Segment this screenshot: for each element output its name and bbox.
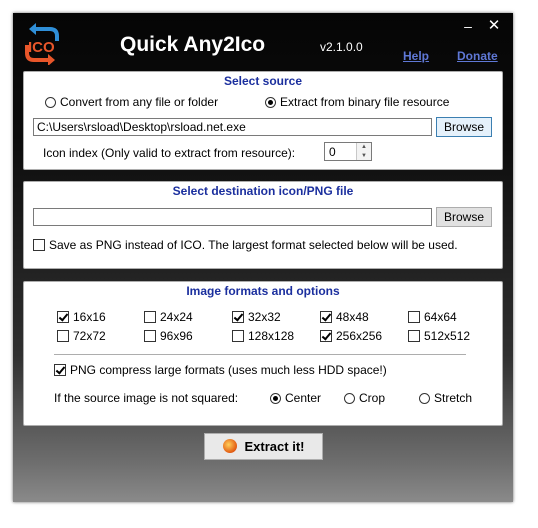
spinner-arrows-icon[interactable]: ▲ ▼ (356, 143, 371, 160)
radio-convert-file-label[interactable]: Convert from any file or folder (60, 95, 218, 109)
size-label-24x24[interactable]: 24x24 (160, 310, 193, 324)
formats-panel: Image formats and options PNG compress l… (23, 281, 503, 426)
minimize-button[interactable]: – (461, 18, 475, 34)
radio-extract-binary[interactable] (265, 97, 276, 108)
icon-index-value[interactable]: 0 (329, 145, 336, 159)
size-checkbox-48x48[interactable] (320, 311, 332, 323)
radio-convert-file[interactable] (45, 97, 56, 108)
size-checkbox-72x72[interactable] (57, 330, 69, 342)
size-checkbox-256x256[interactable] (320, 330, 332, 342)
size-checkbox-96x96[interactable] (144, 330, 156, 342)
size-label-64x64[interactable]: 64x64 (424, 310, 457, 324)
not-squared-label: If the source image is not squared: (54, 391, 239, 405)
destination-browse-button[interactable]: Browse (436, 207, 492, 227)
svg-text:ICO: ICO (28, 39, 55, 56)
size-checkbox-16x16[interactable] (57, 311, 69, 323)
size-label-128x128[interactable]: 128x128 (248, 329, 294, 343)
size-checkbox-64x64[interactable] (408, 311, 420, 323)
options-divider (54, 354, 466, 355)
radio-center-label[interactable]: Center (285, 391, 321, 405)
version-label: v2.1.0.0 (320, 40, 363, 54)
destination-panel: Select destination icon/PNG file Browse … (23, 181, 503, 269)
destination-path-input[interactable] (33, 208, 432, 226)
size-label-72x72[interactable]: 72x72 (73, 329, 106, 343)
donate-link[interactable]: Donate (457, 49, 498, 63)
extract-icon (222, 439, 237, 453)
size-checkbox-128x128[interactable] (232, 330, 244, 342)
radio-crop[interactable] (344, 393, 355, 404)
size-label-512x512[interactable]: 512x512 (424, 329, 470, 343)
size-label-48x48[interactable]: 48x48 (336, 310, 369, 324)
radio-stretch-label[interactable]: Stretch (434, 391, 472, 405)
destination-panel-title: Select destination icon/PNG file (172, 184, 354, 198)
png-compress-label[interactable]: PNG compress large formats (uses much le… (70, 363, 387, 377)
radio-center[interactable] (270, 393, 281, 404)
icon-index-label: Icon index (Only valid to extract from r… (43, 146, 296, 160)
radio-extract-binary-label[interactable]: Extract from binary file resource (280, 95, 449, 109)
size-label-32x32[interactable]: 32x32 (248, 310, 281, 324)
radio-crop-label[interactable]: Crop (359, 391, 385, 405)
radio-stretch[interactable] (419, 393, 430, 404)
size-checkbox-512x512[interactable] (408, 330, 420, 342)
extract-button[interactable]: Extract it! (204, 433, 323, 460)
app-logo-icon: ICO (25, 23, 59, 65)
size-label-256x256[interactable]: 256x256 (336, 329, 382, 343)
size-label-96x96[interactable]: 96x96 (160, 329, 193, 343)
png-compress-checkbox[interactable] (54, 364, 66, 376)
save-as-png-checkbox[interactable] (33, 239, 45, 251)
icon-index-spinner[interactable]: 0 ▲ ▼ (324, 142, 372, 161)
app-title: Quick Any2Ico (120, 33, 266, 56)
size-checkbox-24x24[interactable] (144, 311, 156, 323)
source-path-input[interactable]: C:\Users\rsload\Desktop\rsload.net.exe (33, 118, 432, 136)
extract-button-label: Extract it! (244, 439, 305, 454)
save-as-png-label[interactable]: Save as PNG instead of ICO. The largest … (49, 238, 458, 252)
source-panel: Select source Convert from any file or f… (23, 71, 503, 170)
size-label-16x16[interactable]: 16x16 (73, 310, 106, 324)
help-link[interactable]: Help (403, 49, 429, 63)
source-panel-title: Select source (223, 74, 303, 88)
close-button[interactable]: ✕ (486, 16, 502, 34)
source-browse-button[interactable]: Browse (436, 117, 492, 137)
formats-panel-title: Image formats and options (186, 284, 340, 298)
app-window: ICO Quick Any2Ico v2.1.0.0 Help Donate –… (13, 13, 513, 502)
size-checkbox-32x32[interactable] (232, 311, 244, 323)
